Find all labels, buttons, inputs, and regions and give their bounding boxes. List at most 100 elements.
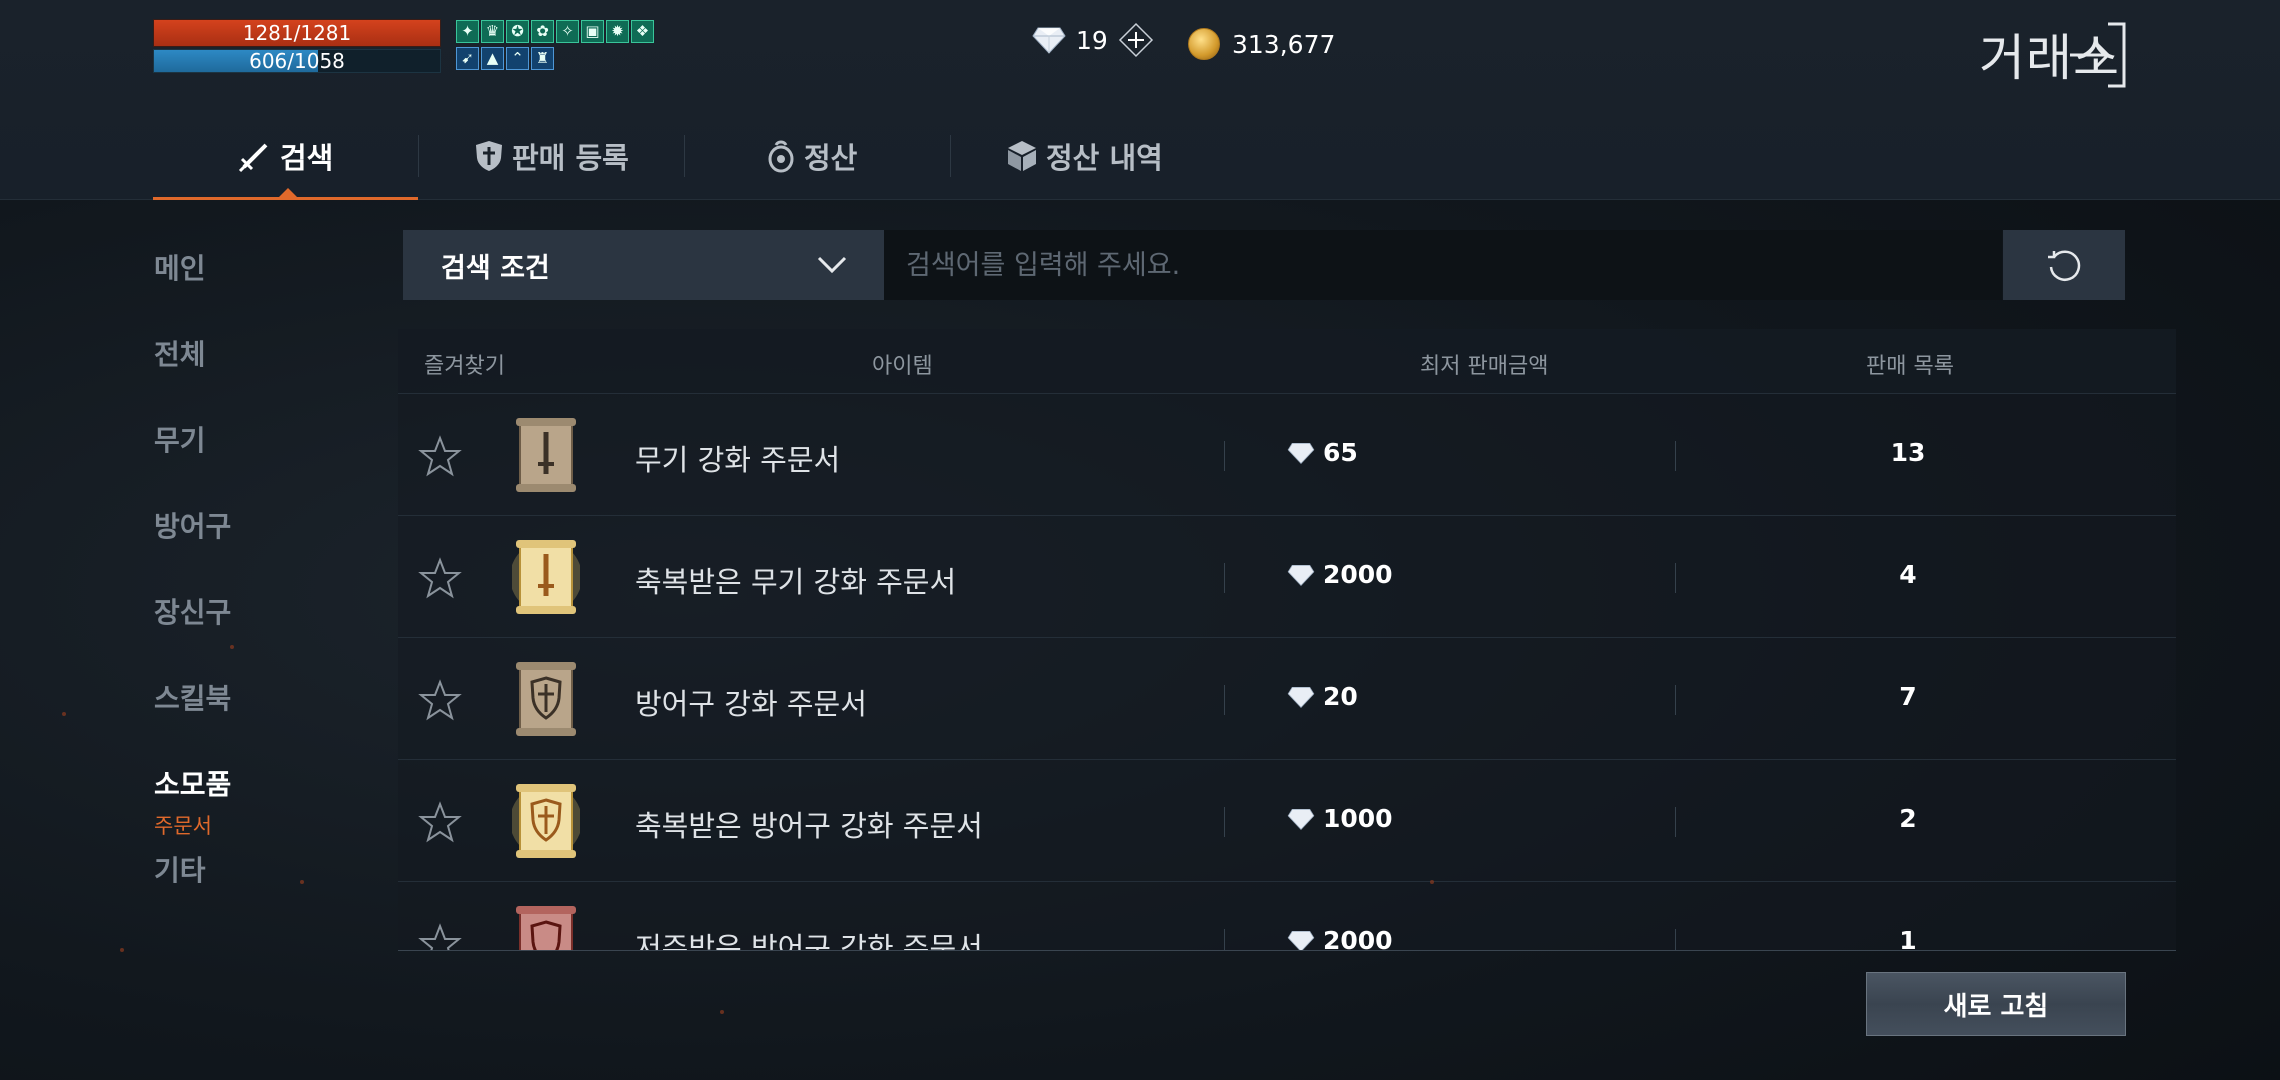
item-name: 무기 강화 주문서 — [635, 443, 841, 477]
search-filter-label: 검색 조건 — [441, 252, 550, 284]
table-header: 즐겨찾기 아이템 최저 판매금액 판매 목록 — [398, 329, 2176, 393]
star-icon[interactable] — [418, 556, 462, 600]
pouch-icon — [768, 140, 794, 173]
buff-icon[interactable]: ♛ — [481, 20, 504, 43]
gold-currency: 313,677 — [1188, 28, 1335, 60]
table-row[interactable]: 무기 강화 주문서 65 13 — [398, 393, 2176, 515]
tab-divider — [418, 135, 419, 177]
gold-coin-icon — [1188, 28, 1220, 60]
column-divider — [1675, 441, 1676, 471]
sidebar-item-armor[interactable]: 방어구 — [154, 505, 231, 545]
tab-search[interactable]: 검색 — [238, 132, 333, 180]
buff-row-2: ➹ ▲ ⌃ ♜ — [456, 47, 554, 70]
column-divider — [1675, 563, 1676, 593]
blessed-weapon-scroll-icon — [512, 540, 580, 614]
sidebar-item-accessory[interactable]: 장신구 — [154, 591, 231, 631]
listing-count: 7 — [1899, 682, 1917, 711]
price-value: 20 — [1323, 682, 1358, 711]
gem-count: 19 — [1076, 25, 1108, 55]
item-name: 방어구 강화 주문서 — [635, 687, 867, 721]
armor-scroll-icon — [516, 662, 576, 736]
table-row[interactable]: 축복받은 무기 강화 주문서 2000 4 — [398, 515, 2176, 637]
ember-particle — [62, 712, 66, 716]
buff-icon[interactable]: ⌃ — [506, 47, 529, 70]
sidebar-item-consumable[interactable]: 소모품 — [154, 763, 231, 803]
table-row[interactable]: 축복받은 방어구 강화 주문서 1000 2 — [398, 759, 2176, 881]
refresh-label: 새로 고침 — [1943, 991, 2049, 1022]
table-row[interactable]: 저주받은 방어구 강화 주문서 2000 1 — [398, 881, 2176, 950]
star-icon[interactable] — [418, 922, 462, 950]
header-listings: 판매 목록 — [1866, 354, 1954, 379]
sidebar-item-all[interactable]: 전체 — [154, 333, 206, 373]
star-icon[interactable] — [418, 800, 462, 844]
item-price: 20 — [1287, 682, 1358, 711]
search-filter-dropdown[interactable]: 검색 조건 — [403, 230, 884, 300]
buff-icon[interactable]: ✦ — [456, 20, 479, 43]
star-icon[interactable] — [418, 678, 462, 722]
tab-label: 검색 — [280, 141, 334, 175]
sidebar-item-main[interactable]: 메인 — [154, 247, 206, 287]
tab-label: 판매 등록 — [512, 141, 629, 175]
column-divider — [1224, 929, 1225, 950]
table-row[interactable]: 방어구 강화 주문서 20 7 — [398, 637, 2176, 759]
hp-bar: 1281/1281 — [153, 19, 441, 47]
diamond-icon — [1287, 442, 1315, 464]
tab-sell-register[interactable]: 판매 등록 — [474, 132, 629, 180]
table-bottom-border — [398, 950, 2176, 951]
box-icon — [1008, 141, 1036, 171]
tab-label: 정산 — [804, 141, 858, 175]
diamond-icon — [1287, 930, 1315, 950]
mp-text: 606/1058 — [249, 49, 345, 73]
ember-particle — [720, 1010, 724, 1014]
buff-icon[interactable]: ✹ — [606, 20, 629, 43]
active-tab-caret — [279, 188, 297, 197]
buff-icon[interactable]: ♜ — [531, 47, 554, 70]
reset-icon — [2048, 250, 2081, 281]
item-price: 2000 — [1287, 560, 1393, 589]
add-gems-button[interactable] — [1118, 22, 1154, 58]
buff-icon[interactable]: ▣ — [581, 20, 604, 43]
active-tab-underline — [153, 197, 418, 200]
star-icon[interactable] — [418, 434, 462, 478]
gem-currency: 19 — [1032, 22, 1154, 58]
diamond-icon — [1287, 686, 1315, 708]
search-input[interactable] — [884, 230, 2002, 300]
item-price: 1000 — [1287, 804, 1393, 833]
ember-particle — [120, 948, 124, 952]
item-table: 즐겨찾기 아이템 최저 판매금액 판매 목록 무기 강화 주문서 65 13 축… — [398, 329, 2176, 950]
buff-icon[interactable]: ✪ — [506, 20, 529, 43]
gold-amount: 313,677 — [1232, 29, 1336, 59]
refresh-button[interactable]: 새로 고침 — [1866, 972, 2126, 1036]
buff-icon[interactable]: ➹ — [456, 47, 479, 70]
buff-icon[interactable]: ✿ — [531, 20, 554, 43]
exit-button[interactable] — [2068, 22, 2126, 88]
column-divider — [1675, 929, 1676, 950]
diamond-icon — [1032, 27, 1066, 54]
listing-count: 4 — [1899, 560, 1917, 589]
item-name: 저주받은 방어구 강화 주문서 — [635, 931, 983, 950]
ember-particle — [300, 880, 304, 884]
column-divider — [1675, 685, 1676, 715]
reset-search-button[interactable] — [2003, 230, 2125, 300]
sidebar-item-skillbook[interactable]: 스킬북 — [154, 677, 231, 717]
tab-settlement[interactable]: 정산 — [766, 132, 857, 180]
buff-icon[interactable]: ✧ — [556, 20, 579, 43]
price-value: 2000 — [1323, 926, 1393, 950]
tab-divider — [684, 135, 685, 177]
sidebar-subitem-scroll[interactable]: 주문서 — [154, 810, 212, 840]
buff-row-1: ✦ ♛ ✪ ✿ ✧ ▣ ✹ ❖ — [456, 20, 654, 43]
ember-particle — [1430, 880, 1434, 884]
listing-count: 13 — [1890, 438, 1926, 467]
mp-bar: 606/1058 — [153, 49, 441, 73]
sidebar-item-weapon[interactable]: 무기 — [154, 419, 206, 459]
column-divider — [1675, 807, 1676, 837]
sidebar-item-etc[interactable]: 기타 — [154, 849, 206, 889]
ember-particle — [230, 645, 234, 649]
price-value: 2000 — [1323, 560, 1393, 589]
buff-icon[interactable]: ▲ — [481, 47, 504, 70]
weapon-scroll-icon — [516, 418, 576, 492]
header-favorite: 즐겨찾기 — [424, 354, 505, 379]
buff-icon[interactable]: ❖ — [631, 20, 654, 43]
blessed-armor-scroll-icon — [512, 784, 580, 858]
tab-settlement-history[interactable]: 정산 내역 — [1006, 132, 1163, 180]
